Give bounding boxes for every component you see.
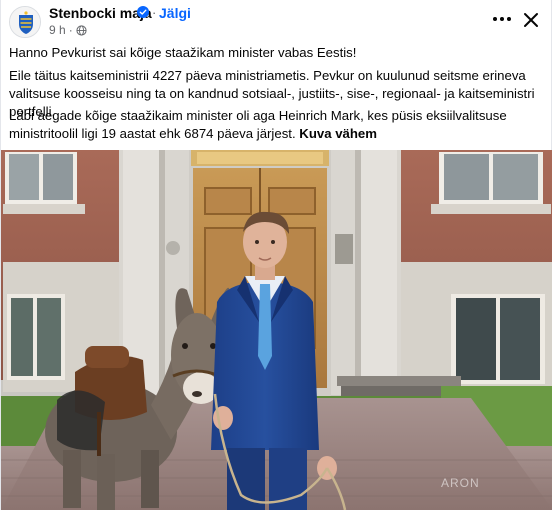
page-avatar[interactable] — [9, 6, 41, 38]
post-paragraph-2: Läbi aegade kõige staažikaim minister ol… — [9, 107, 545, 143]
meta-dot: · — [68, 23, 73, 37]
facebook-post: Stenbocki maja · Jälgi 9 h · Hanno Pevku… — [0, 0, 552, 510]
post-paragraph-2-text: Läbi aegade kõige staažikaim minister ol… — [9, 108, 507, 141]
post-header: Stenbocki maja · Jälgi 9 h · — [1, 0, 552, 42]
coat-of-arms-icon — [10, 7, 40, 37]
post-meta: 9 h · — [49, 23, 87, 37]
photo-illustration — [1, 150, 552, 510]
follow-button[interactable]: Jälgi — [159, 5, 191, 21]
post-photo[interactable] — [1, 150, 552, 510]
more-options-icon[interactable] — [489, 8, 515, 30]
post-headline: Hanno Pevkurist sai kõige staažikam mini… — [9, 45, 357, 60]
close-icon[interactable] — [519, 8, 543, 32]
post-time[interactable]: 9 h — [49, 23, 66, 37]
verified-badge-icon — [137, 6, 149, 18]
separator-dot: · — [152, 5, 157, 20]
globe-icon[interactable] — [76, 24, 87, 36]
see-less-link[interactable]: Kuva vähem — [299, 126, 377, 141]
photo-watermark: ARON — [441, 476, 480, 490]
